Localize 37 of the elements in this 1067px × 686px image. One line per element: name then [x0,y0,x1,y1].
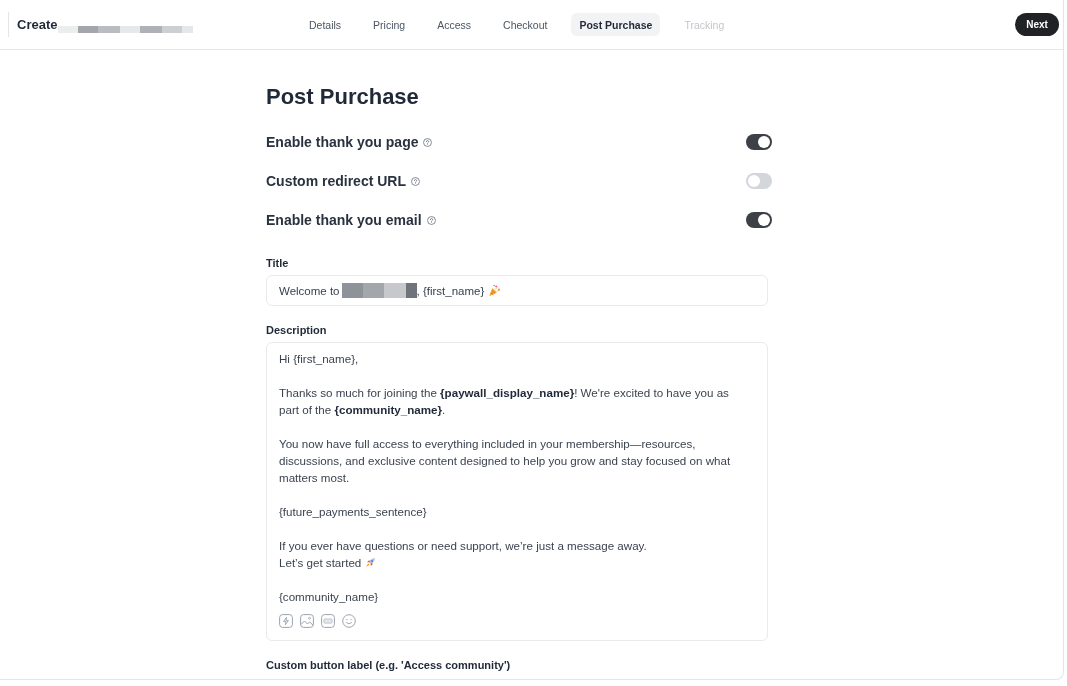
description-paragraph: Let’s get started [279,555,362,571]
description-paragraph: {community_name} [279,589,379,605]
field-label: Description [266,323,327,337]
help-icon[interactable] [423,138,433,147]
rocket-icon [365,557,377,568]
step-tab[interactable]: Pricing [365,13,414,36]
page-title: Create [17,17,58,32]
step-tab[interactable]: Checkout [495,13,556,36]
step-tab[interactable]: Post Purchase [571,13,661,36]
page-heading: Post Purchase [266,84,419,110]
badge-icon[interactable] [321,614,335,628]
smiley-icon[interactable] [342,614,356,628]
help-icon[interactable] [426,216,436,225]
toggle-label: Enable thank you page [266,133,419,150]
description-editor[interactable] [266,342,768,641]
toggle-label: Custom redirect URL [266,172,407,189]
input-text: Welcome to [279,284,340,297]
step-tab[interactable]: Access [429,13,480,36]
description-paragraph: You now have full access to everything included in your membership—resources, discussions, and exclusive content designed to help you grow and stay focused on what matters most. [279,436,731,486]
description-paragraph: Hi {first_name}, [279,351,359,367]
toggle-switch[interactable] [746,172,772,189]
field-label: Title [266,256,289,270]
step-tab[interactable]: Details [301,13,350,36]
toggle-switch[interactable] [746,133,772,150]
toggle-label: Enable thank you email [266,211,422,228]
title-input[interactable]: Welcome to , {first_name} [266,275,768,306]
input-text: , {first_name} [416,284,485,297]
description-paragraph: Thanks so much for joining the {paywall_display_name}! We're excited to have you as part of the {community_name}. [279,385,729,418]
bolt-icon[interactable] [279,614,293,628]
image-icon[interactable] [300,614,314,628]
help-icon[interactable] [411,177,421,186]
party-popper-icon [488,284,502,297]
next-button[interactable]: Next [1015,13,1059,36]
toggle-switch[interactable] [746,211,772,228]
field-label: Custom button label (e.g. 'Access community') [266,658,511,672]
description-paragraph: If you ever have questions or need support, we’re just a message away. [279,538,647,554]
description-paragraph: {future_payments_sentence} [279,504,427,520]
